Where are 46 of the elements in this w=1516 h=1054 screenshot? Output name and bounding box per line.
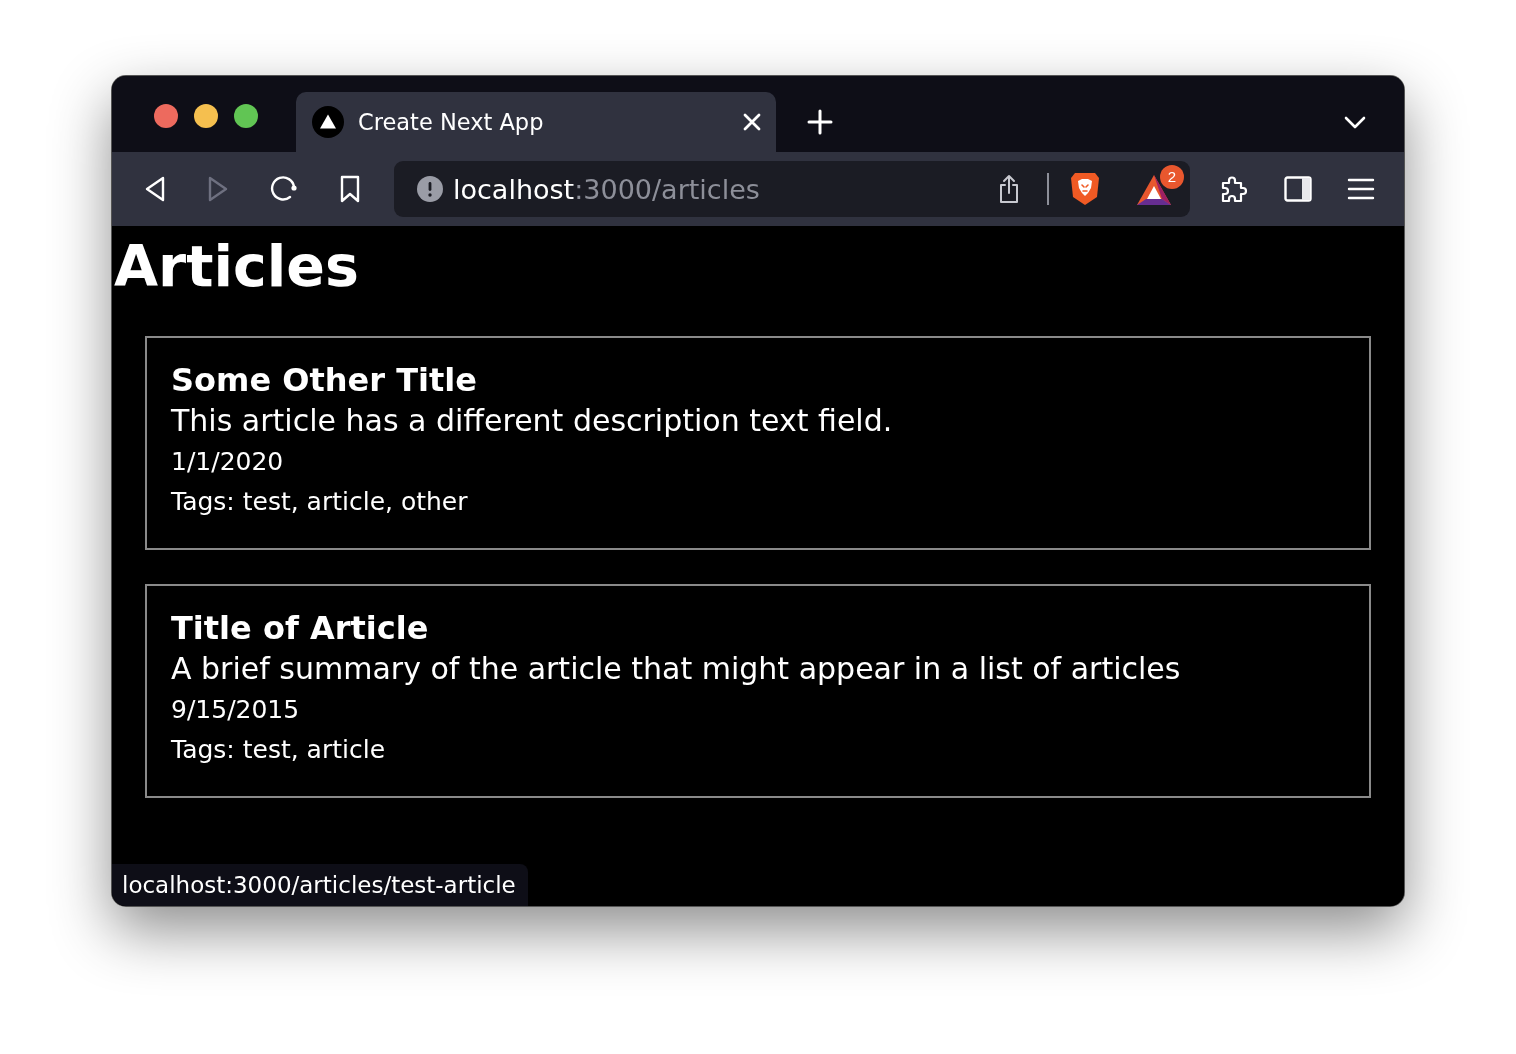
reload-icon	[270, 175, 298, 203]
article-date: 1/1/2020	[171, 446, 284, 478]
menu-icon	[1347, 178, 1375, 200]
url-text: localhost:3000/articles	[453, 173, 761, 205]
address-bar[interactable]: localhost:3000/articles 2	[394, 161, 1190, 217]
article-title: Some Other Title	[171, 360, 477, 400]
article-card[interactable]: Some Other Title This article has a different description text field. 1/1/2020 Tags: test, article, other	[145, 336, 1371, 550]
rewards-button[interactable]: 2	[1136, 164, 1184, 206]
menu-button[interactable]	[1347, 178, 1375, 200]
article-tags: Tags: test, article, other	[171, 482, 468, 522]
article-title: Title of Article	[171, 608, 429, 648]
share-button[interactable]	[998, 174, 1020, 204]
sidebar-button[interactable]	[1284, 176, 1312, 202]
article-description: A brief summary of the article that might appear in a list of articles	[171, 650, 1181, 688]
tab-title: Create Next App	[358, 109, 545, 135]
lion-shield-icon	[1069, 171, 1101, 207]
back-button[interactable]	[144, 175, 166, 203]
close-tab-button[interactable]	[743, 113, 761, 131]
extensions-button[interactable]	[1219, 174, 1249, 204]
browser-tab[interactable]: Create Next App	[296, 92, 776, 152]
new-tab-button[interactable]	[807, 109, 833, 135]
page-heading: Articles	[113, 232, 359, 301]
tab-list-button[interactable]	[1344, 115, 1366, 129]
reload-button[interactable]	[270, 175, 298, 203]
info-icon	[417, 176, 443, 202]
link-status-bubble: localhost:3000/articles/test-article	[112, 864, 528, 906]
plus-icon	[807, 109, 833, 135]
bookmark-button[interactable]	[339, 175, 361, 203]
notification-count: 2	[1160, 164, 1184, 189]
article-tags: Tags: test, article	[171, 730, 386, 770]
sidebar-icon	[1284, 176, 1312, 202]
article-description: This article has a different description text field.	[171, 402, 893, 440]
window-control-dot[interactable]	[154, 104, 178, 128]
article-card[interactable]: Title of Article A brief summary of the article that might appear in a list of articles 9/15/2015 Tags: test, article	[145, 584, 1371, 798]
close-icon	[743, 113, 761, 131]
back-icon	[144, 175, 166, 203]
chevron-down-icon	[1344, 115, 1366, 129]
triangle-favicon-icon	[312, 106, 344, 138]
bookmark-icon	[339, 175, 361, 203]
share-icon	[998, 174, 1020, 204]
window-control-dot[interactable]	[194, 104, 218, 128]
forward-icon	[207, 175, 229, 203]
window-control-dot[interactable]	[234, 104, 258, 128]
article-date: 9/15/2015	[171, 694, 300, 726]
puzzle-icon	[1219, 174, 1249, 204]
shields-button[interactable]	[1069, 171, 1101, 207]
